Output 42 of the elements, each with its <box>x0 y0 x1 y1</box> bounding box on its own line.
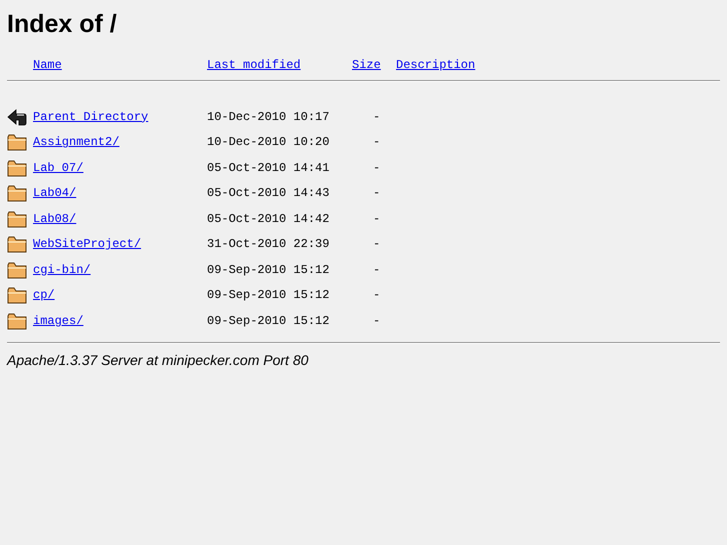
folder-icon <box>7 183 27 204</box>
column-header-link[interactable]: Description <box>396 58 476 72</box>
folder-icon <box>7 234 27 254</box>
modified-date: 09-Sep-2010 15:12 <box>207 288 330 302</box>
file-size: - <box>372 288 380 302</box>
file-size: - <box>372 237 380 252</box>
modified-date: 05-Oct-2010 14:42 <box>207 212 330 226</box>
file-size: - <box>372 186 380 200</box>
file-size: - <box>372 262 380 277</box>
modified-date: 05-Oct-2010 14:41 <box>207 160 330 175</box>
entry-link[interactable]: Parent Directory <box>33 110 148 124</box>
modified-date: 05-Oct-2010 14:43 <box>207 186 330 200</box>
column-header-link[interactable]: Last modified <box>207 58 301 72</box>
file-size: - <box>372 160 380 175</box>
file-size: - <box>372 135 380 150</box>
file-size: - <box>372 110 380 124</box>
file-size: - <box>372 314 380 328</box>
entry-link[interactable]: cgi-bin/ <box>33 262 91 277</box>
entry-link[interactable]: WebSiteProject/ <box>33 237 142 252</box>
folder-icon <box>7 260 27 280</box>
column-header-link[interactable]: Name <box>33 58 62 72</box>
modified-date: 09-Sep-2010 15:12 <box>207 314 330 328</box>
entry-link[interactable]: images/ <box>33 314 84 328</box>
folder-icon <box>7 158 27 178</box>
modified-date: 10-Dec-2010 10:20 <box>207 135 330 150</box>
entry-link[interactable]: Assignment2/ <box>33 135 120 150</box>
entry-link[interactable]: Lab08/ <box>33 212 76 226</box>
folder-icon <box>7 310 27 331</box>
folder-icon <box>7 132 27 152</box>
modified-date: 31-Oct-2010 22:39 <box>207 237 330 252</box>
column-header-link[interactable]: Size <box>352 58 381 72</box>
file-size: - <box>372 212 380 226</box>
modified-date: 09-Sep-2010 15:12 <box>207 262 330 277</box>
page-title: Index of / <box>7 10 118 38</box>
folder-icon <box>7 285 27 306</box>
back-arrow-icon <box>7 106 27 127</box>
folder-icon <box>7 208 27 229</box>
modified-date: 10-Dec-2010 10:17 <box>207 110 330 124</box>
server-signature: Apache/1.3.37 Server at minipecker.com Port 80 <box>7 352 310 368</box>
entry-link[interactable]: cp/ <box>33 288 55 302</box>
entry-link[interactable]: Lab04/ <box>33 186 76 200</box>
entry-link[interactable]: Lab 07/ <box>33 160 84 175</box>
